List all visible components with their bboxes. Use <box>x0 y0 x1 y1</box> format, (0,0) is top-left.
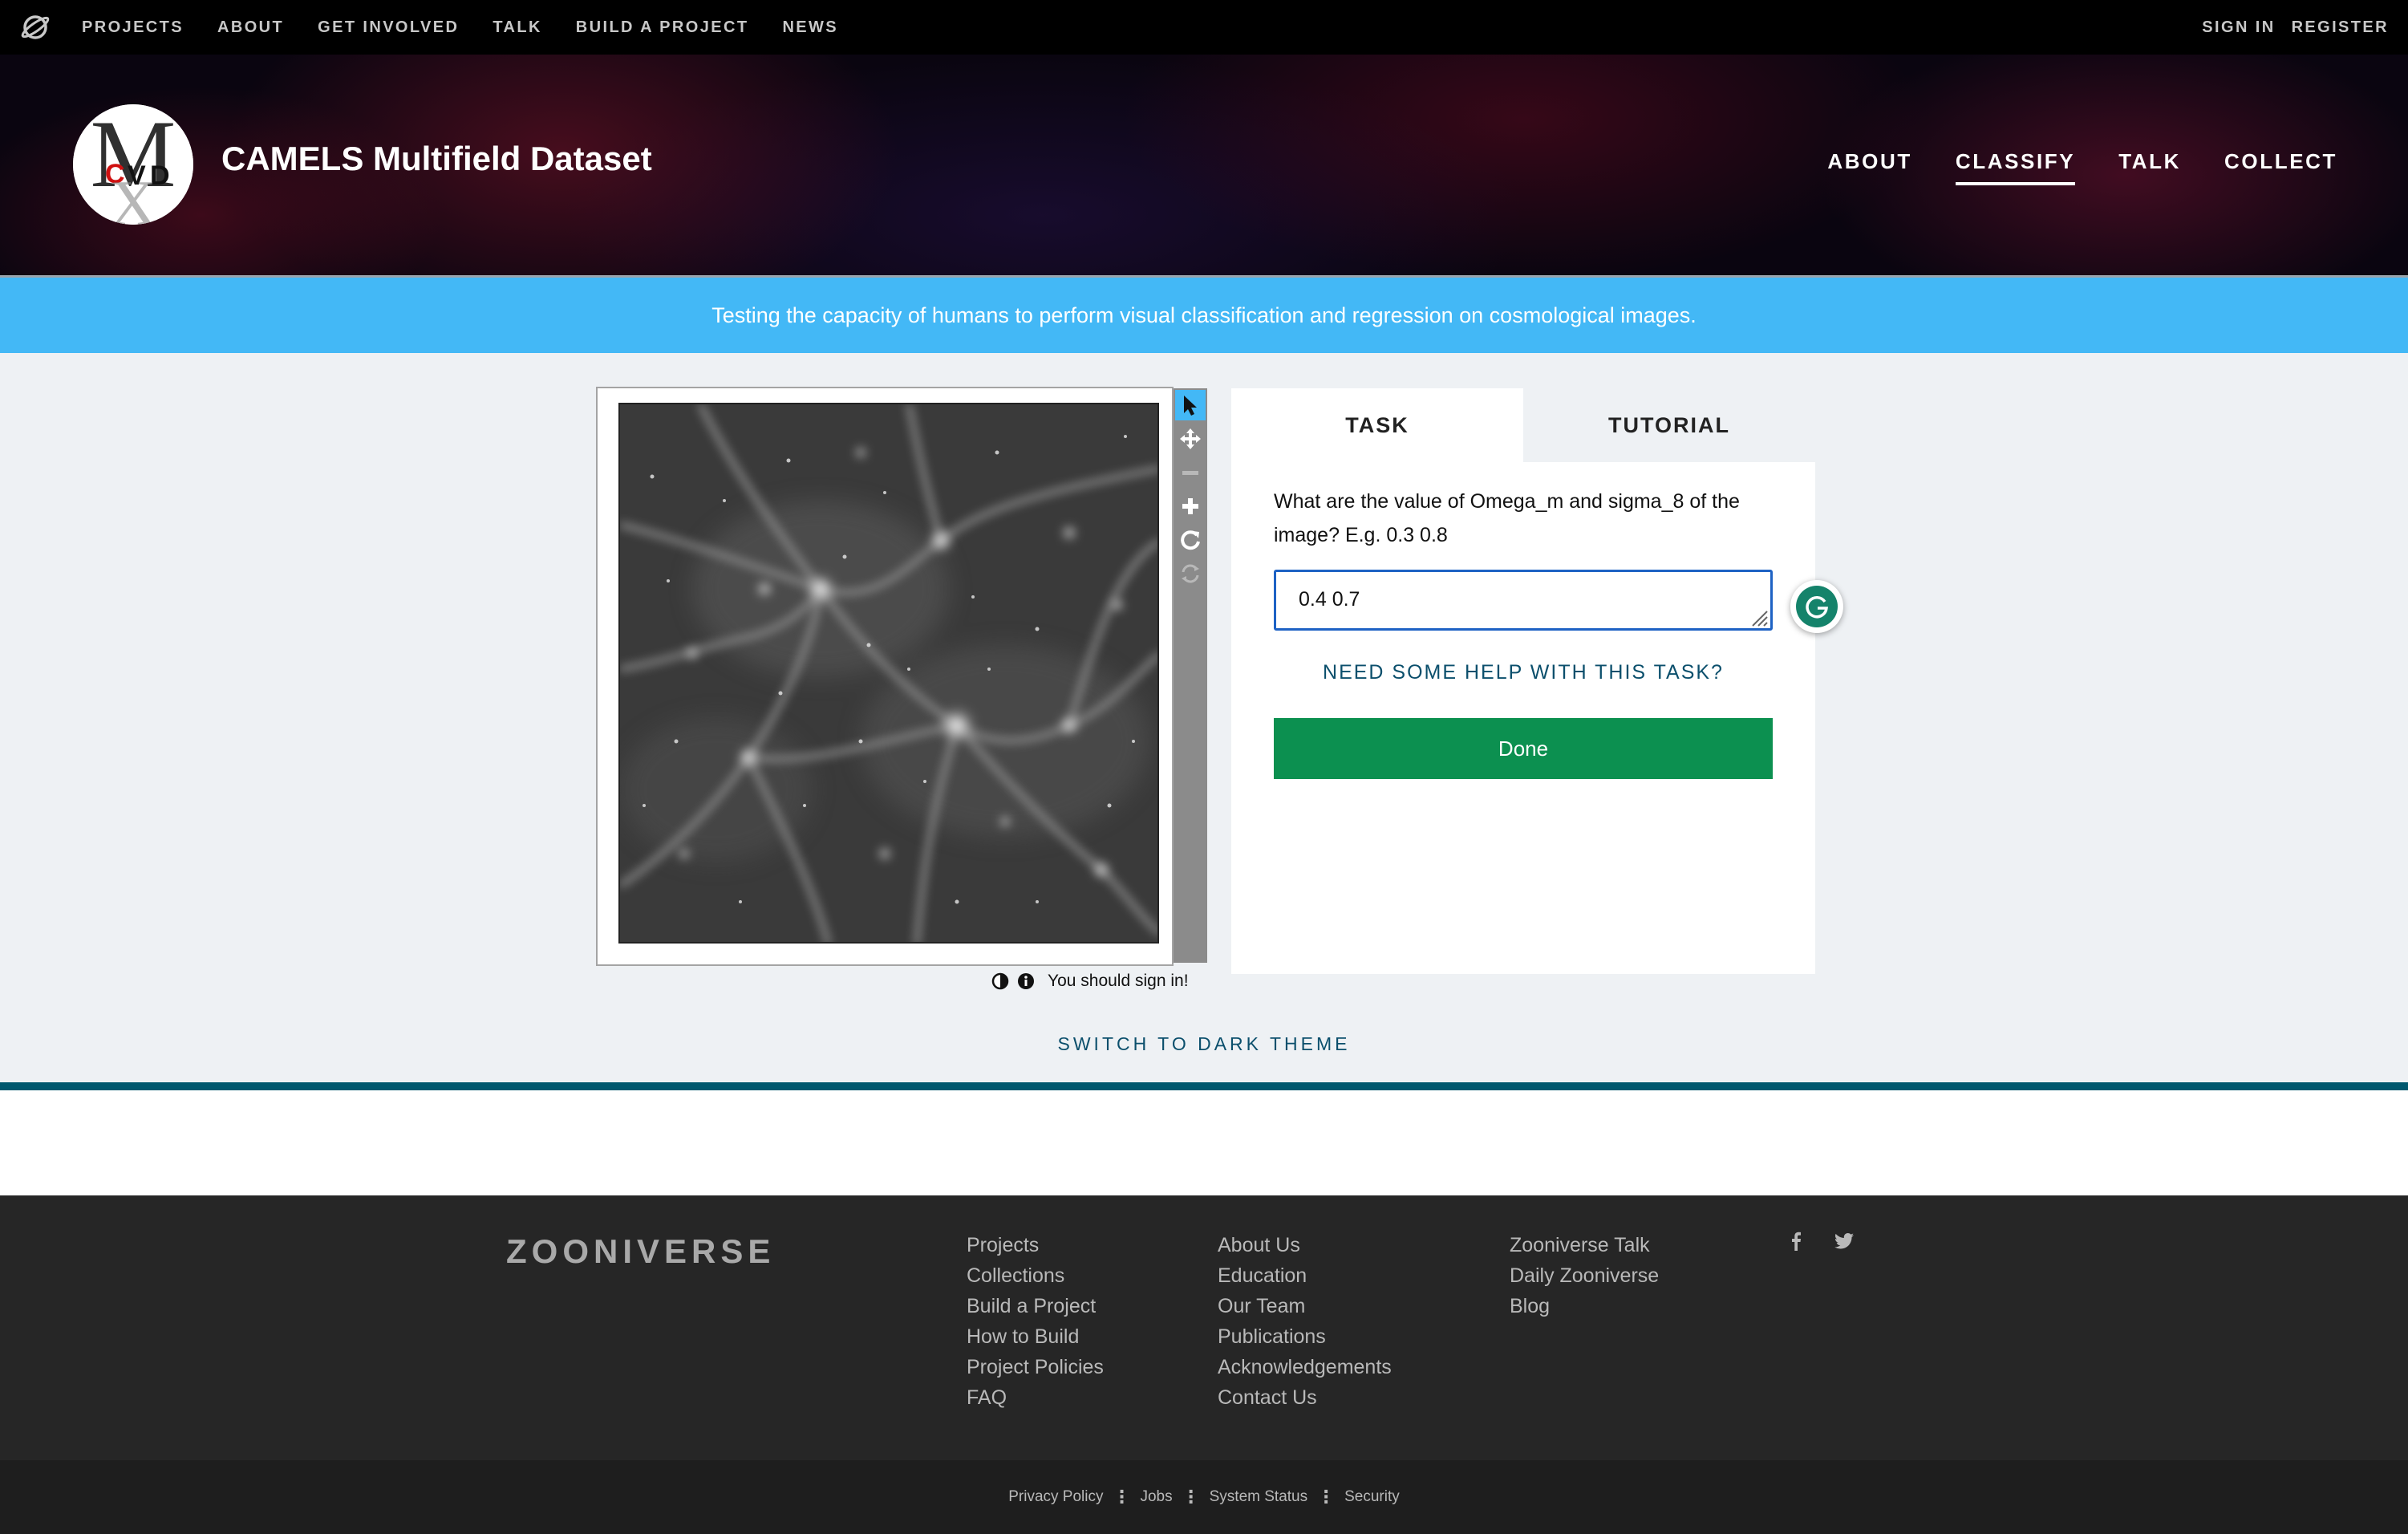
need-help-link[interactable]: NEED SOME HELP WITH THIS TASK? <box>1274 661 1773 684</box>
rotate-icon <box>1181 530 1200 550</box>
zooniverse-logo-icon[interactable] <box>19 11 51 43</box>
reset-tool[interactable] <box>1175 558 1206 589</box>
footer-link-zooniverse-talk[interactable]: Zooniverse Talk <box>1510 1234 1659 1257</box>
subject-image[interactable] <box>618 403 1159 944</box>
pointer-tool[interactable] <box>1175 390 1206 420</box>
pointer-icon <box>1184 396 1197 416</box>
footer-link-project-policies[interactable]: Project Policies <box>967 1356 1104 1379</box>
white-spacer <box>0 1090 2408 1195</box>
tab-task[interactable]: TASK <box>1231 388 1523 462</box>
nav-talk[interactable]: TALK <box>493 18 541 37</box>
resize-grip-icon[interactable] <box>1746 605 1769 627</box>
twitter-icon[interactable] <box>1834 1231 1855 1252</box>
reset-icon <box>1182 564 1199 583</box>
security-link[interactable]: Security <box>1344 1488 1400 1506</box>
project-nav: ABOUT CLASSIFY TALK COLLECT <box>1827 149 2337 185</box>
footer-link-publications[interactable]: Publications <box>1218 1325 1392 1349</box>
project-logo-image: M C V D X <box>73 104 193 225</box>
auth-links: SIGN IN REGISTER <box>2202 0 2389 55</box>
zoom-out-tool[interactable] <box>1175 457 1206 488</box>
footer-link-build-a-project[interactable]: Build a Project <box>967 1295 1104 1318</box>
separator-icon: ⋮ <box>1113 1487 1131 1507</box>
cosmic-web-image <box>620 404 1157 942</box>
sign-in-note: You should sign in! <box>1048 972 1189 990</box>
footer-brand[interactable]: ZOONIVERSE <box>506 1232 775 1271</box>
jobs-link[interactable]: Jobs <box>1140 1488 1172 1506</box>
info-icon[interactable] <box>1017 972 1035 990</box>
zoom-in-tool[interactable] <box>1175 491 1206 521</box>
register-link[interactable]: REGISTER <box>2292 18 2389 37</box>
footer-link-faq[interactable]: FAQ <box>967 1386 1104 1410</box>
task-tabs: TASK TUTORIAL <box>1231 388 1815 462</box>
project-nav-talk[interactable]: TALK <box>2118 149 2181 185</box>
invert-contrast-icon[interactable] <box>991 972 1009 990</box>
privacy-policy-link[interactable]: Privacy Policy <box>1008 1488 1103 1506</box>
switch-dark-theme-link[interactable]: SWITCH TO DARK THEME <box>0 1033 2408 1055</box>
footer-link-acknowledgements[interactable]: Acknowledgements <box>1218 1356 1392 1379</box>
viewer-meta-row: You should sign in! <box>991 968 1189 995</box>
project-avatar[interactable]: M C V D X <box>73 104 193 225</box>
footer-social <box>1786 1231 1855 1252</box>
footer-link-daily-zooniverse[interactable]: Daily Zooniverse <box>1510 1264 1659 1288</box>
viewer-toolbar <box>1174 388 1207 963</box>
footer-col-2: About Us Education Our Team Publications… <box>1218 1234 1392 1410</box>
move-tool[interactable] <box>1175 424 1206 454</box>
grammarly-icon <box>1796 586 1838 627</box>
project-banner: Testing the capacity of humans to perfor… <box>0 278 2408 353</box>
project-title[interactable]: CAMELS Multifield Dataset <box>221 140 652 178</box>
footer-link-education[interactable]: Education <box>1218 1264 1392 1288</box>
zooniverse-top-nav: PROJECTS ABOUT GET INVOLVED TALK BUILD A… <box>0 0 2408 55</box>
facebook-icon[interactable] <box>1786 1231 1806 1252</box>
footer-link-how-to-build[interactable]: How to Build <box>967 1325 1104 1349</box>
nav-news[interactable]: NEWS <box>782 18 838 37</box>
project-nav-classify[interactable]: CLASSIFY <box>1955 149 2076 185</box>
footer-link-blog[interactable]: Blog <box>1510 1295 1659 1318</box>
project-nav-collect[interactable]: COLLECT <box>2224 149 2337 185</box>
footer-col-3: Zooniverse Talk Daily Zooniverse Blog <box>1510 1234 1659 1318</box>
footer-link-about-us[interactable]: About Us <box>1218 1234 1392 1257</box>
nav-about[interactable]: ABOUT <box>217 18 284 37</box>
project-nav-about[interactable]: ABOUT <box>1827 149 1911 185</box>
svg-text:X: X <box>110 168 156 225</box>
nav-build-a-project[interactable]: BUILD A PROJECT <box>576 18 749 37</box>
sign-in-link[interactable]: SIGN IN <box>2202 18 2275 37</box>
sub-footer: Privacy Policy ⋮ Jobs ⋮ System Status ⋮ … <box>0 1460 2408 1534</box>
tab-tutorial[interactable]: TUTORIAL <box>1523 388 1815 462</box>
separator-icon: ⋮ <box>1182 1487 1200 1507</box>
done-button[interactable]: Done <box>1274 718 1773 779</box>
footer-link-contact-us[interactable]: Contact Us <box>1218 1386 1392 1410</box>
zoom-in-icon <box>1182 498 1198 514</box>
task-panel: TASK TUTORIAL What are the value of Omeg… <box>1231 388 1815 974</box>
move-icon <box>1180 428 1201 449</box>
system-status-link[interactable]: System Status <box>1210 1488 1308 1506</box>
banner-text: Testing the capacity of humans to perfor… <box>711 302 1697 327</box>
separator-icon: ⋮ <box>1317 1487 1336 1507</box>
nav-get-involved[interactable]: GET INVOLVED <box>318 18 459 37</box>
task-question: What are the value of Omega_m and sigma_… <box>1274 490 1740 546</box>
footer-col-1: Projects Collections Build a Project How… <box>967 1234 1104 1410</box>
project-header: M C V D X CAMELS Multifield Dataset ABOU… <box>0 55 2408 275</box>
grammarly-button[interactable] <box>1790 580 1843 633</box>
footer: ZOONIVERSE Projects Collections Build a … <box>0 1195 2408 1460</box>
zoom-out-icon <box>1182 471 1198 475</box>
footer-link-projects[interactable]: Projects <box>967 1234 1104 1257</box>
footer-link-collections[interactable]: Collections <box>967 1264 1104 1288</box>
content-divider <box>0 1082 2408 1090</box>
top-nav-links: PROJECTS ABOUT GET INVOLVED TALK BUILD A… <box>82 0 838 55</box>
nav-projects[interactable]: PROJECTS <box>82 18 184 37</box>
footer-link-our-team[interactable]: Our Team <box>1218 1295 1392 1318</box>
answer-textarea[interactable]: 0.4 0.7 <box>1274 570 1773 631</box>
rotate-tool[interactable] <box>1175 525 1206 555</box>
